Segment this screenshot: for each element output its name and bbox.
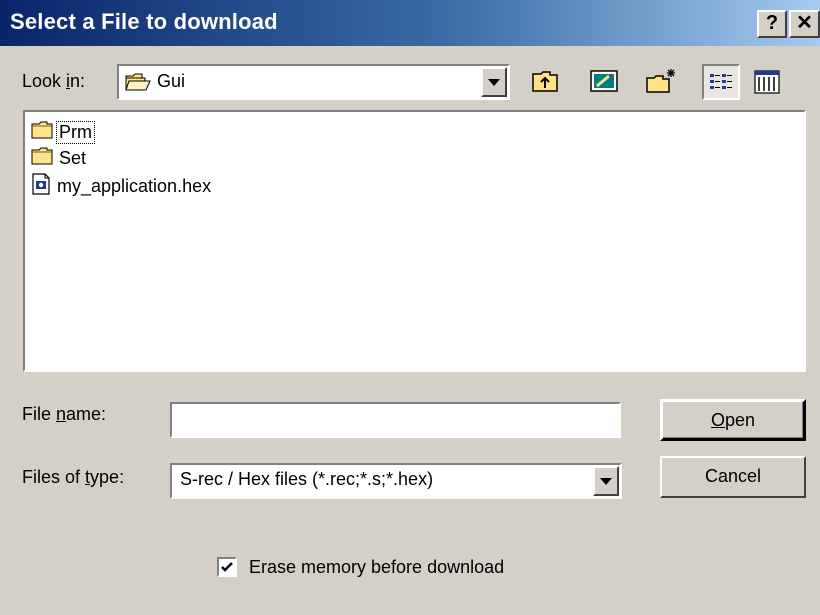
details-view-icon: [748, 70, 786, 104]
new-folder-icon: [642, 69, 680, 104]
dialog-title: Select a File to download: [10, 9, 278, 34]
title-bar[interactable]: Select a File to download ? ✕: [0, 0, 820, 46]
list-item-label: my_application.hex: [57, 175, 212, 196]
lookin-label: Look in:: [22, 71, 86, 91]
file-dialog: Select a File to download ? ✕ Look in: G…: [0, 0, 820, 615]
file-list[interactable]: Prm Set my_application.hex: [23, 110, 806, 372]
filetype-label: Files of type:: [22, 467, 125, 487]
filename-input[interactable]: [170, 402, 621, 438]
desktop-icon: [585, 70, 623, 104]
help-button[interactable]: ?: [757, 10, 787, 38]
hex-file-icon: [31, 172, 51, 200]
list-item-my-application-hex[interactable]: my_application.hex: [31, 172, 213, 200]
up-one-level-icon: [526, 71, 564, 104]
up-one-level-button[interactable]: [526, 64, 564, 100]
checkmark-icon: [221, 562, 233, 572]
list-item-prm[interactable]: Prm: [31, 120, 95, 144]
lookin-dropdown-button[interactable]: [481, 67, 507, 97]
new-folder-button[interactable]: [642, 64, 680, 100]
lookin-value: Gui: [157, 71, 186, 91]
cancel-button[interactable]: Cancel: [660, 456, 806, 498]
folder-open-icon: [125, 72, 151, 97]
erase-memory-label[interactable]: Erase memory before download: [249, 557, 504, 578]
list-item-label: Set: [59, 147, 87, 168]
list-view-button[interactable]: [702, 64, 740, 100]
details-view-button[interactable]: [748, 64, 786, 100]
filetype-value: S-rec / Hex files (*.rec;*.s;*.hex): [180, 469, 434, 489]
filename-label: File name:: [22, 404, 107, 424]
erase-memory-checkbox[interactable]: [217, 557, 237, 577]
help-icon: ?: [765, 12, 779, 34]
desktop-button[interactable]: [585, 64, 623, 100]
filetype-select[interactable]: S-rec / Hex files (*.rec;*.s;*.hex): [170, 463, 622, 499]
filetype-dropdown-button[interactable]: [593, 466, 619, 496]
list-item-label: Prm: [56, 120, 95, 144]
open-button[interactable]: Open: [660, 399, 806, 441]
list-item-set[interactable]: Set: [31, 146, 88, 170]
list-view-icon: [704, 74, 738, 102]
folder-icon: [31, 147, 53, 170]
folder-icon: [31, 121, 53, 144]
close-icon: ✕: [796, 12, 813, 34]
lookin-combo[interactable]: Gui: [117, 64, 510, 100]
close-button[interactable]: ✕: [789, 10, 820, 38]
